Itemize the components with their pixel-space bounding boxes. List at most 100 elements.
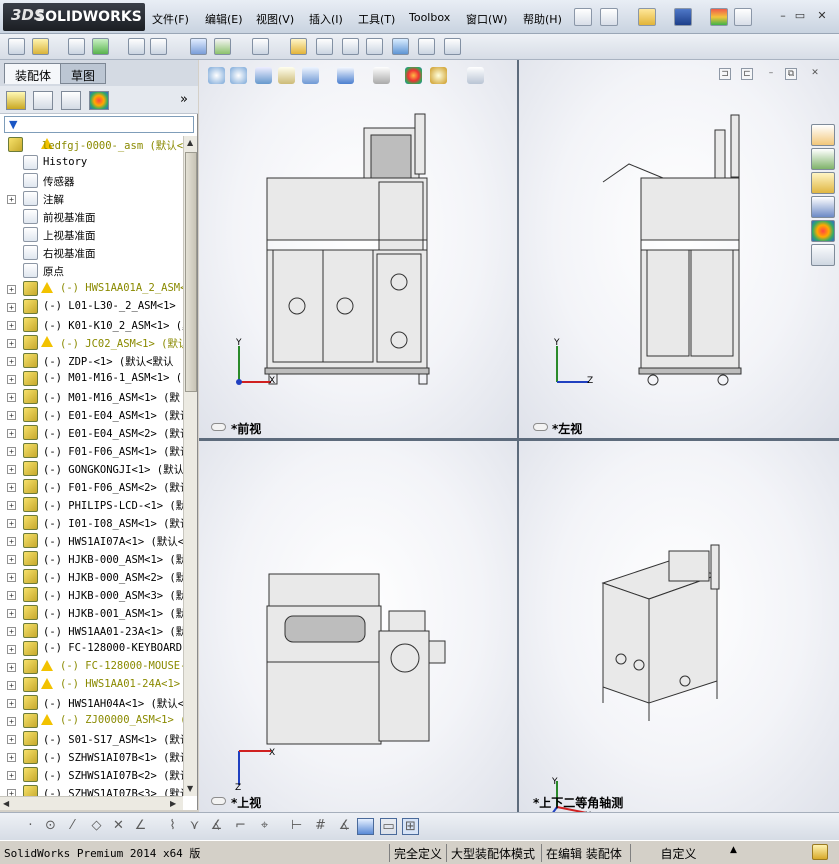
tree-node[interactable]: + (-) HWS1AA01-23A<1> (默 xyxy=(0,622,183,640)
snapshot-icon[interactable] xyxy=(444,38,461,55)
expand-icon[interactable]: + xyxy=(7,753,16,762)
smart-dimension-icon[interactable]: ⌖ xyxy=(256,818,273,835)
tree-node[interactable]: + (-) HJKB-000_ASM<3> (默 xyxy=(0,586,183,604)
restore-window-button[interactable]: ▭ xyxy=(793,10,807,22)
single-view-icon[interactable]: ▭ xyxy=(380,818,397,835)
expand-icon[interactable]: + xyxy=(7,375,16,384)
viewport-front[interactable]: Y X *前视 xyxy=(199,60,517,438)
point-icon[interactable]: · xyxy=(22,818,39,835)
units-caret-icon[interactable]: ▲ xyxy=(726,844,741,862)
dimension-icon[interactable]: ⊢ xyxy=(288,818,305,835)
trim-icon[interactable]: ✕ xyxy=(110,818,127,835)
display-manager-icon[interactable] xyxy=(89,91,109,110)
scroll-down-arrow[interactable]: ▼ xyxy=(187,784,193,793)
tree-root[interactable]: ledfgj-0000-_asm (默认< xyxy=(0,136,183,154)
tree-node[interactable]: + (-) S01-S17_ASM<1> (默认 xyxy=(0,730,183,748)
tree-node[interactable]: 上视基准面 xyxy=(0,226,183,244)
expand-icon[interactable]: + xyxy=(7,555,16,564)
angle-icon[interactable]: ∠ xyxy=(132,818,149,835)
menu-file[interactable]: 文件(F) xyxy=(152,11,189,27)
instant3d-icon[interactable] xyxy=(418,38,435,55)
tree-node[interactable]: 原点 xyxy=(0,262,183,280)
tree-node[interactable]: + (-) F01-F06_ASM<2> (默认 xyxy=(0,478,183,496)
design-library-icon[interactable] xyxy=(811,148,835,170)
move-component-icon[interactable] xyxy=(150,38,167,55)
expand-icon[interactable]: + xyxy=(7,627,16,636)
viewport-isometric[interactable]: Y X Z *上下二等角轴测 xyxy=(519,441,839,812)
menu-toolbox[interactable]: Toolbox xyxy=(409,11,450,24)
reference-geometry-icon[interactable] xyxy=(252,38,269,55)
graphics-area[interactable]: Y X *前视 ⊐ ⊏ – ⧉ ✕ Y Z *左视 X Z *上视 Y *上下二… xyxy=(199,60,839,812)
explode-line-icon[interactable] xyxy=(366,38,383,55)
pattern-icon[interactable] xyxy=(92,38,109,55)
exploded-view-icon[interactable] xyxy=(342,38,359,55)
tree-node[interactable]: + (-) L01-L30-_2_ASM<1> ( xyxy=(0,298,183,316)
tree-node[interactable]: + (-) SZHWS1AI07B<2> (默认 xyxy=(0,766,183,784)
configuration-manager-icon[interactable] xyxy=(61,91,81,110)
expand-icon[interactable]: + xyxy=(7,789,16,796)
paperclip-icon[interactable] xyxy=(68,38,85,55)
insert-component-icon[interactable] xyxy=(8,38,25,55)
tree-node[interactable]: + (-) HWS1AA01-24A<1> xyxy=(0,676,183,694)
scroll-right-arrow[interactable]: ▶ xyxy=(170,799,176,808)
new-document-icon[interactable] xyxy=(600,8,618,26)
appearances-icon[interactable] xyxy=(811,220,835,242)
expand-icon[interactable]: + xyxy=(7,411,16,420)
edit-component-icon[interactable] xyxy=(128,38,145,55)
help-icon[interactable] xyxy=(734,8,752,26)
expand-icon[interactable]: + xyxy=(7,735,16,744)
tab-sketch[interactable]: 草图 xyxy=(60,63,107,84)
expand-icon[interactable]: + xyxy=(7,609,16,618)
tree-node[interactable]: + (-) F01-F06_ASM<1> (默认 xyxy=(0,442,183,460)
viewport-top[interactable]: X Z *上视 xyxy=(199,441,517,812)
tree-node[interactable]: + (-) M01-M16-1_ASM<1> ( xyxy=(0,370,183,388)
tree-node[interactable]: History xyxy=(0,154,183,172)
menu-edit[interactable]: 编辑(E) xyxy=(205,11,243,27)
menu-tools[interactable]: 工具(T) xyxy=(358,11,395,27)
expand-icon[interactable]: + xyxy=(7,699,16,708)
tab-assembly[interactable]: 装配体 xyxy=(4,63,63,84)
tree-vertical-scrollbar[interactable]: ▲ ▼ xyxy=(183,136,197,796)
expand-icon[interactable]: + xyxy=(7,321,16,330)
file-explorer-icon[interactable] xyxy=(811,172,835,194)
shaded-display-icon[interactable] xyxy=(357,818,374,835)
expand-icon[interactable]: + xyxy=(7,465,16,474)
grid-icon[interactable]: # xyxy=(312,818,329,835)
feature-manager-icon[interactable] xyxy=(6,91,26,110)
tree-node[interactable]: + (-) K01-K10_2_ASM<1> (默 xyxy=(0,316,183,334)
panel-expand-icon[interactable]: » xyxy=(180,92,188,107)
mirror-icon[interactable]: ⋎ xyxy=(186,818,203,835)
solidworks-logo[interactable]: 3DS SOLIDWORKS xyxy=(3,3,145,31)
vertical-scroll-thumb[interactable] xyxy=(185,152,197,392)
home-icon[interactable] xyxy=(811,124,835,146)
custom-properties-icon[interactable] xyxy=(811,244,835,266)
expand-icon[interactable]: + xyxy=(7,591,16,600)
expand-icon[interactable]: + xyxy=(7,573,16,582)
expand-icon[interactable]: + xyxy=(7,447,16,456)
tree-node[interactable]: 前视基准面 xyxy=(0,208,183,226)
tree-node[interactable]: 右视基准面 xyxy=(0,244,183,262)
expand-icon[interactable]: + xyxy=(7,537,16,546)
tree-node[interactable]: + (-) HWS1AI07A<1> (默认< xyxy=(0,532,183,550)
vertical-view-splitter[interactable] xyxy=(517,60,519,812)
expand-icon[interactable]: + xyxy=(7,339,16,348)
property-manager-icon[interactable] xyxy=(33,91,53,110)
tree-filter-input[interactable]: ▼ xyxy=(4,116,194,133)
expand-icon[interactable]: + xyxy=(7,645,16,654)
menu-view[interactable]: 视图(V) xyxy=(256,11,294,27)
tree-node[interactable]: + (-) FC-128000-MOUSE- xyxy=(0,658,183,676)
tree-node[interactable]: + (-) E01-E04_ASM<1> (默认 xyxy=(0,406,183,424)
expand-icon[interactable]: + xyxy=(7,303,16,312)
tree-node[interactable]: + (-) SZHWS1AI07B<1> (默认 xyxy=(0,748,183,766)
minimize-window-button[interactable]: – xyxy=(776,10,790,22)
expand-icon[interactable]: + xyxy=(7,717,16,726)
expand-icon[interactable]: + xyxy=(7,195,16,204)
relation-icon[interactable]: ∡ xyxy=(336,818,353,835)
save-icon[interactable] xyxy=(674,8,692,26)
tree-node[interactable]: + (-) HJKB-000_ASM<2> (默 xyxy=(0,568,183,586)
corner-icon[interactable]: ⌐ xyxy=(232,818,249,835)
tree-horizontal-scrollbar[interactable]: ◀ ▶ xyxy=(0,796,183,810)
expand-icon[interactable]: + xyxy=(7,285,16,294)
offset-icon[interactable]: ⌇ xyxy=(164,818,181,835)
new-motion-study-icon[interactable] xyxy=(290,38,307,55)
